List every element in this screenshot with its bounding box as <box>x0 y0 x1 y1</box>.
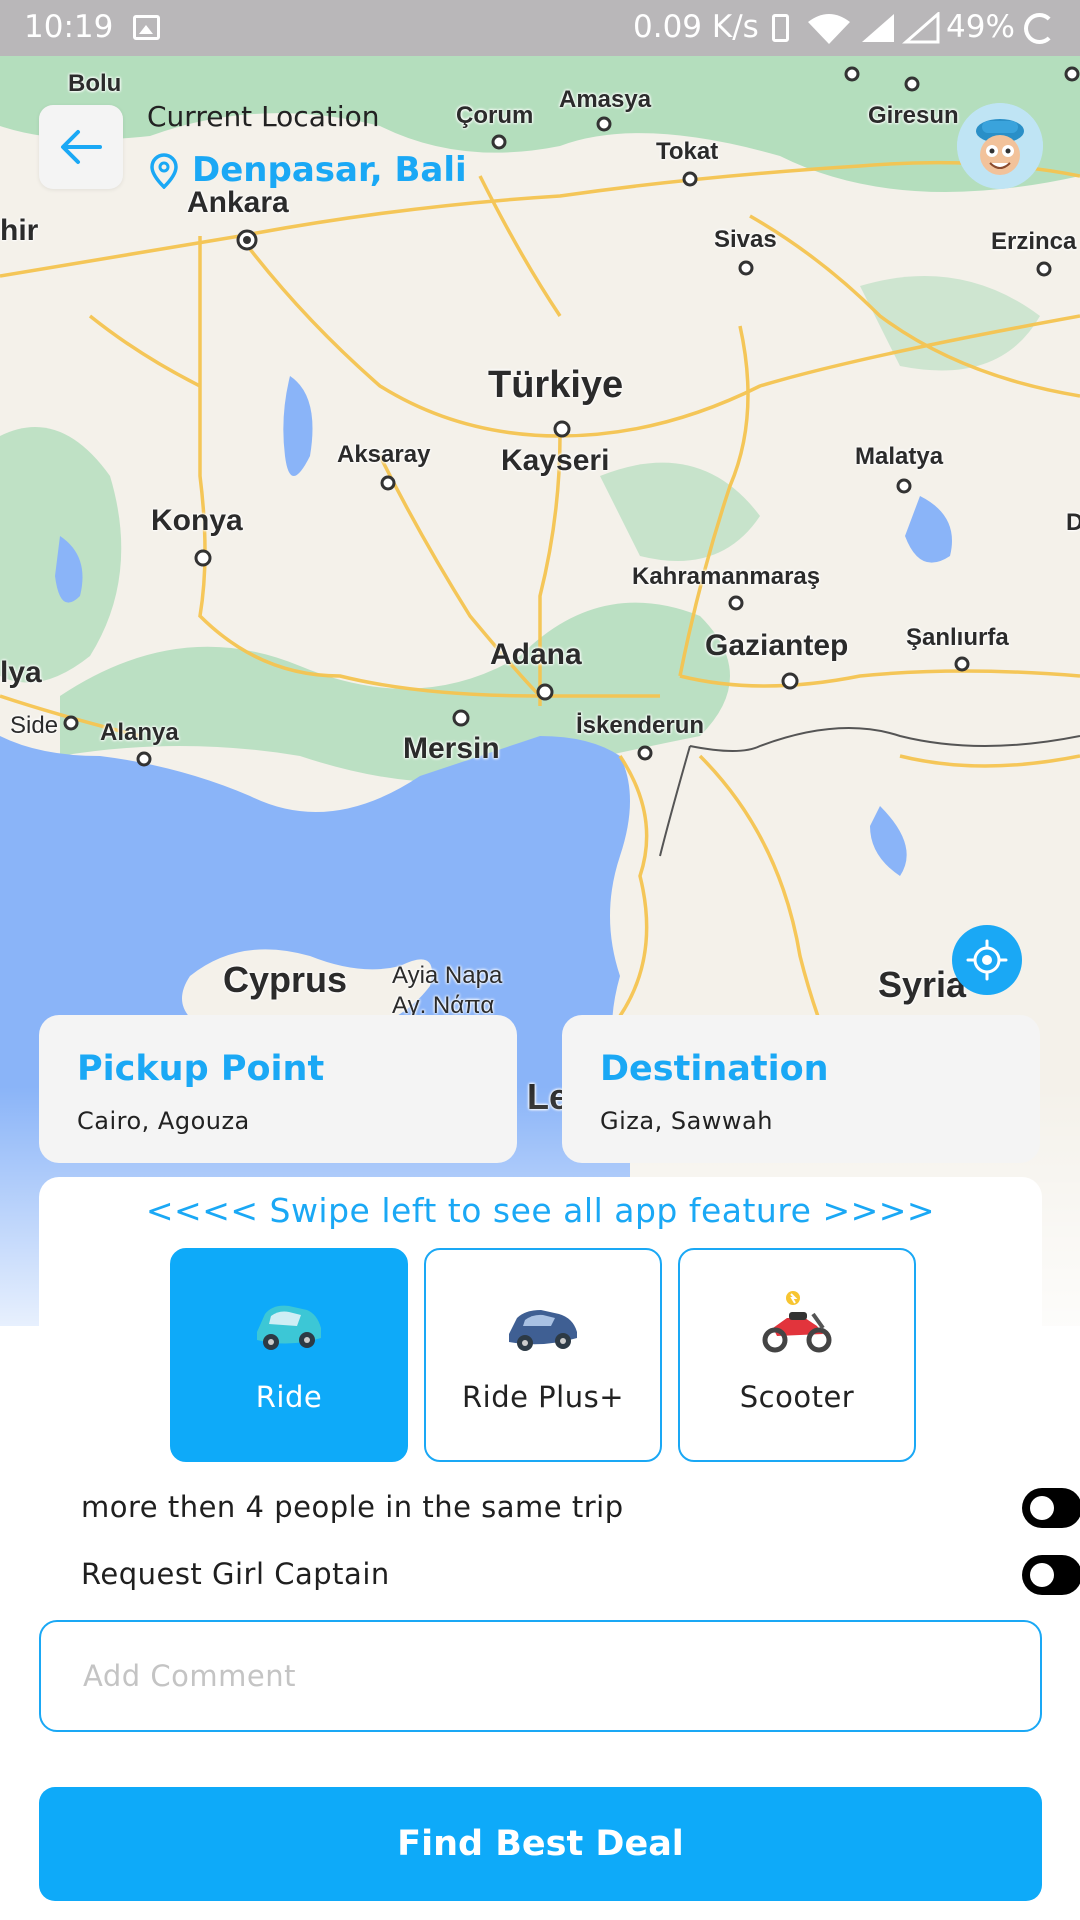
option-girl-captain: Request Girl Captain <box>81 1555 1080 1595</box>
map-label: Şanlıurfa <box>906 624 1009 651</box>
map-label: hir <box>0 214 39 247</box>
crosshair-icon <box>966 939 1008 981</box>
avatar[interactable] <box>957 103 1043 189</box>
map-label: Türkiye <box>488 364 624 406</box>
find-best-deal-button[interactable]: Find Best Deal <box>39 1787 1042 1901</box>
battery-icon <box>1024 13 1055 44</box>
map-label: Gaziantep <box>705 629 849 662</box>
feature-ride-plus-label: Ride Plus+ <box>461 1380 624 1414</box>
map-label: Alanya <box>100 719 179 746</box>
destination-title: Destination <box>600 1049 829 1089</box>
pickup-value: Cairo, Agouza <box>77 1107 250 1135</box>
location-pin-icon <box>150 153 178 189</box>
girl-captain-toggle[interactable] <box>1022 1555 1080 1595</box>
more-people-toggle[interactable] <box>1022 1488 1080 1528</box>
pickup-title: Pickup Point <box>77 1049 325 1089</box>
feature-ride-card[interactable]: Ride <box>170 1248 408 1462</box>
feature-ride-label: Ride <box>255 1380 323 1414</box>
wifi-icon <box>808 14 850 44</box>
option-more-people: more then 4 people in the same trip <box>81 1488 1080 1528</box>
map-label: Cyprus <box>223 959 348 1000</box>
avatar-icon <box>957 103 1043 189</box>
map-label: Malatya <box>855 443 944 470</box>
map-label: Amasya <box>559 86 652 113</box>
destination-card[interactable]: Destination Giza, Sawwah <box>562 1015 1040 1163</box>
feature-scooter-card[interactable]: Scooter <box>678 1248 916 1462</box>
map-label: Çorum <box>456 102 534 129</box>
map-label: Ayia Napa <box>392 962 503 989</box>
arrow-left-icon <box>61 130 102 164</box>
feature-ride-plus-card[interactable]: Ride Plus+ <box>424 1248 662 1462</box>
map-label: Kahramanmaraş <box>632 563 821 590</box>
map-label: Bolu <box>68 70 122 97</box>
map-label: Erzinca <box>991 228 1077 255</box>
pickup-point-card[interactable]: Pickup Point Cairo, Agouza <box>39 1015 517 1163</box>
status-time: 10:19 <box>24 9 114 45</box>
option-more-people-label: more then 4 people in the same trip <box>81 1490 624 1524</box>
feature-scooter-label: Scooter <box>739 1380 855 1414</box>
network-speed: 0.09 K/s <box>633 9 759 45</box>
comment-field-container <box>39 1620 1042 1732</box>
map-label: Konya <box>151 504 243 537</box>
scooter-icon <box>762 1291 832 1353</box>
current-location-name[interactable]: Denpasar, Bali <box>192 150 467 190</box>
image-icon <box>133 15 160 40</box>
map-label: İskenderun <box>576 712 705 739</box>
map-label: lya <box>0 656 42 689</box>
car-plus-icon <box>509 1310 577 1351</box>
battery-percent: 49% <box>946 9 1015 45</box>
signal-icon <box>862 12 940 44</box>
map-label: Kayseri <box>501 444 610 477</box>
status-bar: 10:19 0.09 K/s 49% <box>0 0 1080 56</box>
map-label: Tokat <box>656 138 719 165</box>
my-location-button[interactable] <box>952 925 1022 995</box>
swipe-hint: <<<< Swipe left to see all app feature >… <box>145 1191 936 1230</box>
map-label: Giresun <box>868 102 959 129</box>
map-label: Side <box>10 712 59 739</box>
option-girl-captain-label: Request Girl Captain <box>81 1557 390 1591</box>
map-label: Sivas <box>714 226 777 253</box>
back-button[interactable] <box>39 105 123 189</box>
car-icon <box>257 1305 321 1350</box>
comment-input[interactable] <box>41 1622 1040 1730</box>
map-label: Aksaray <box>337 441 431 468</box>
phone-icon <box>772 14 789 42</box>
map-label: Ankara <box>187 186 289 219</box>
map-label: Mersin <box>403 732 500 765</box>
map-label: Adana <box>490 638 582 671</box>
map-label: D <box>1066 509 1080 536</box>
feature-panel: <<<< Swipe left to see all app feature >… <box>39 1177 1042 1477</box>
current-location-label: Current Location <box>147 100 380 133</box>
destination-value: Giza, Sawwah <box>600 1107 773 1135</box>
